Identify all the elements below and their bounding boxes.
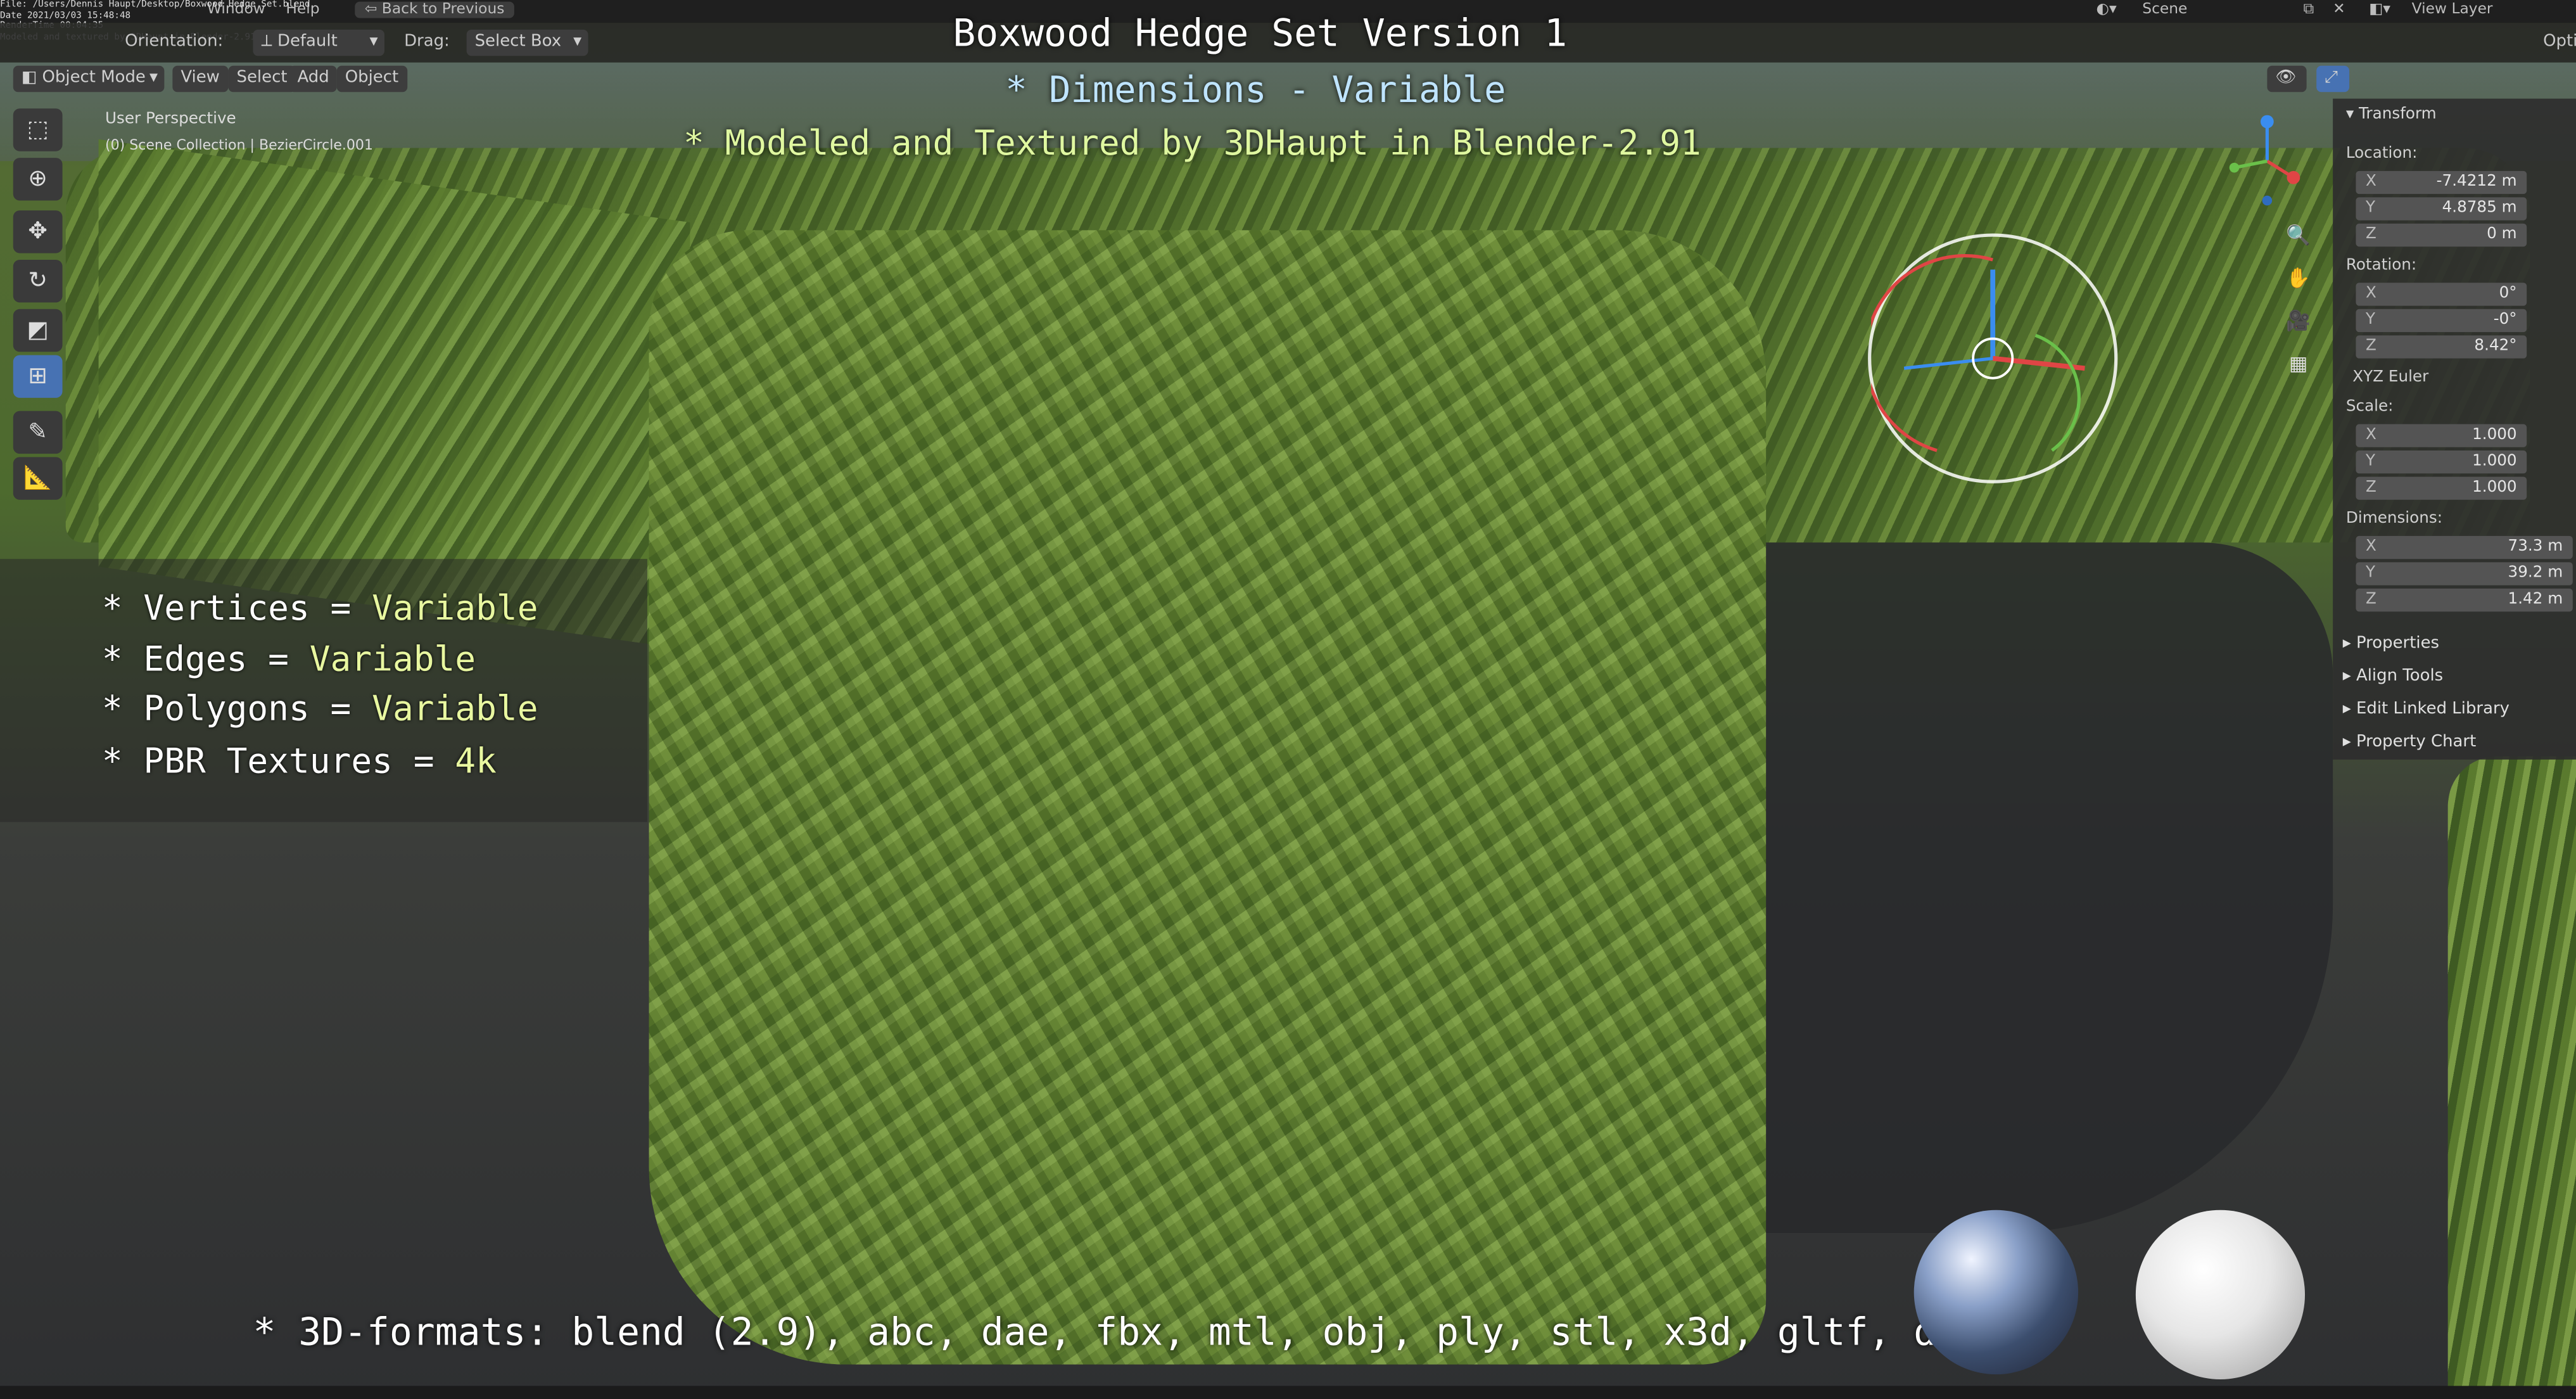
stat-vertices: * Vertices = Variable	[101, 588, 538, 629]
measure-icon[interactable]: 📐	[13, 457, 63, 500]
select-menu[interactable]: Select	[228, 65, 296, 93]
view-layer-icon[interactable]: ◧▾	[2369, 2, 2390, 18]
orientation-label: Orientation:	[125, 32, 224, 51]
annotate-icon[interactable]: ✎	[13, 411, 63, 454]
dimensions-label: Dimensions:	[2345, 509, 2443, 528]
transform-header[interactable]: ▾ Transform	[2346, 105, 2437, 124]
scale-icon[interactable]: ◩	[13, 309, 63, 352]
hdri-chrome-sphere	[1913, 1210, 2079, 1375]
chevron-down-icon: ▾	[369, 32, 378, 51]
hdri-diffuse-sphere	[2135, 1210, 2306, 1379]
hand-icon[interactable]: ✋	[2283, 266, 2313, 296]
viewport-collection-label: (0) Scene Collection | BezierCircle.001	[105, 137, 373, 155]
location-z-field[interactable]: Z0 m	[2356, 223, 2527, 247]
viewport-nav-icons: 🔍 ✋ 🎥 ▦	[2283, 224, 2316, 395]
grid-icon[interactable]: ▦	[2283, 352, 2313, 381]
cursor-icon[interactable]: ⊕	[13, 158, 63, 201]
new-scene-icon[interactable]: ⧉	[2303, 2, 2314, 18]
view-layer-name[interactable]: View Layer	[2412, 2, 2493, 18]
rotate-icon[interactable]: ↻	[13, 259, 63, 303]
formats-text: * 3D-formats: blend (2.9), abc, dae, fbx…	[253, 1312, 1983, 1355]
navigation-gizmo[interactable]	[2221, 115, 2313, 207]
viewport-perspective-label: User Perspective	[105, 110, 236, 129]
orientation-dropdown[interactable]: ⟂ Default ▾	[253, 29, 384, 56]
gizmo-toggle-icon[interactable]: ⤢	[2316, 65, 2350, 93]
rotation-mode-dropdown[interactable]: XYZ Euler	[2352, 368, 2428, 386]
move-icon[interactable]: ✥	[13, 210, 63, 253]
credit-text: * Modeled and Textured by 3DHaupt in Ble…	[683, 123, 1701, 163]
stat-polygons: * Polygons = Variable	[101, 689, 538, 729]
scale-label: Scale:	[2345, 397, 2394, 416]
rotation-z-field[interactable]: Z 8.42°	[2356, 335, 2527, 359]
stat-edges: * Edges = Variable	[101, 639, 476, 679]
location-y-field[interactable]: Y 4.8785 m	[2356, 197, 2527, 220]
edit-linked-library-section[interactable]: ▸ Edit Linked Library	[2343, 700, 2509, 719]
rotation-y-field[interactable]: Y -0°	[2356, 309, 2527, 333]
drag-dropdown[interactable]: Select Box ▾	[466, 29, 588, 56]
back-icon: ⇦	[364, 1, 382, 18]
property-chart-section[interactable]: ▸ Property Chart	[2343, 733, 2477, 751]
select-box-icon[interactable]: ⬚	[13, 108, 63, 151]
location-x-field[interactable]: X -7.4212 m	[2356, 170, 2527, 195]
scale-x-field[interactable]: X 1.000	[2356, 424, 2527, 447]
view-menu[interactable]: View	[172, 65, 228, 93]
title-text: Boxwood Hedge Set Version 1	[953, 13, 1568, 56]
boxwood-hedge	[649, 230, 1767, 1365]
location-label: Location:	[2345, 144, 2418, 163]
scale-y-field[interactable]: Y 1.000	[2356, 450, 2527, 474]
axis-gizmo-icon	[2229, 115, 2300, 206]
align-tools-section[interactable]: ▸ Align Tools	[2343, 667, 2444, 686]
object-mode-dropdown[interactable]: ◧ Object Mode ▾	[13, 65, 165, 93]
camera-icon[interactable]: 🎥	[2283, 309, 2313, 339]
rotation-x-field[interactable]: X 0°	[2356, 283, 2527, 306]
scene-icon[interactable]: ◐▾	[2097, 2, 2117, 18]
stat-textures: * PBR Textures = 4k	[101, 741, 497, 781]
blender-window: Window Help ⇦ Back to Previous ◐▾ Scene …	[0, 0, 2576, 1399]
back-to-previous-button[interactable]: ⇦ Back to Previous	[355, 1, 515, 18]
properties-section[interactable]: ▸ Properties	[2343, 635, 2439, 653]
add-menu[interactable]: Add	[289, 65, 338, 93]
visibility-toggle-icon[interactable]: 👁	[2267, 65, 2307, 93]
object-menu[interactable]: Object	[336, 65, 407, 93]
object-mode-icon: ◧	[21, 68, 42, 87]
close-icon[interactable]: ✕	[2333, 2, 2345, 18]
chevron-down-icon: ▾	[149, 68, 158, 87]
scale-z-field[interactable]: Z 1.000	[2356, 476, 2527, 500]
dimensions-text: * Dimensions - Variable	[1005, 70, 1506, 112]
transform-icon[interactable]: ⊞	[13, 355, 63, 398]
orientation-icon: ⟂	[261, 32, 277, 51]
scene-name[interactable]: Scene	[2142, 2, 2187, 18]
drag-label: Drag:	[404, 32, 450, 51]
gizmo-axes	[1863, 254, 2085, 452]
options-menu[interactable]: Opti	[2543, 33, 2576, 51]
rotate-gizmo[interactable]	[1863, 233, 2118, 483]
right-hedge	[2447, 756, 2576, 1399]
chevron-down-icon: ▾	[573, 32, 582, 51]
dimensions-z-field[interactable]: Z 1.42 m	[2356, 588, 2573, 612]
zoom-icon[interactable]: 🔍	[2283, 224, 2313, 253]
dimensions-y-field[interactable]: Y 39.2 m	[2356, 562, 2573, 585]
dimensions-x-field[interactable]: X 73.3 m	[2356, 535, 2573, 559]
rotation-label: Rotation:	[2345, 256, 2417, 275]
status-bar	[0, 1386, 2576, 1399]
